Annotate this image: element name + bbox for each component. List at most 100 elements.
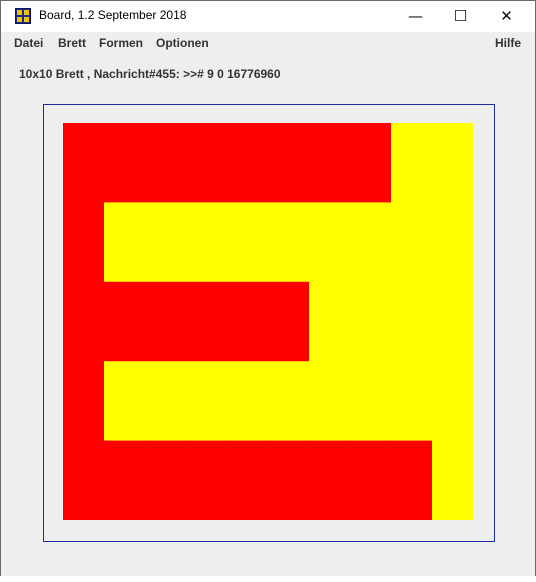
board-cell-r2-c7[interactable] bbox=[350, 202, 392, 243]
board-cell-r8-c3[interactable] bbox=[186, 440, 228, 481]
board-cell-r4-c9[interactable] bbox=[432, 281, 473, 323]
board-cell-r2-c6[interactable] bbox=[309, 202, 351, 243]
board-cell-r5-c0[interactable] bbox=[63, 321, 105, 362]
board-cell-r9-c6[interactable] bbox=[309, 480, 351, 520]
board-cell-r2-c5[interactable] bbox=[268, 202, 310, 243]
board-cell-r7-c1[interactable] bbox=[104, 400, 146, 442]
menu-brett[interactable]: Brett bbox=[58, 36, 86, 50]
board-cell-r7-c2[interactable] bbox=[145, 400, 187, 442]
board-cell-r5-c1[interactable] bbox=[104, 321, 146, 362]
board-cell-r4-c5[interactable] bbox=[268, 281, 310, 323]
board-cell-r8-c1[interactable] bbox=[104, 440, 146, 481]
board-cell-r3-c7[interactable] bbox=[350, 242, 392, 283]
board-cell-r8-c8[interactable] bbox=[391, 440, 433, 481]
board-cell-r5-c8[interactable] bbox=[391, 321, 433, 362]
board-cell-r8-c7[interactable] bbox=[350, 440, 392, 481]
board-cell-r4-c0[interactable] bbox=[63, 281, 105, 323]
board-cell-r1-c3[interactable] bbox=[186, 162, 228, 203]
board-cell-r1-c7[interactable] bbox=[350, 162, 392, 203]
board-cell-r1-c2[interactable] bbox=[145, 162, 187, 203]
board-cell-r5-c2[interactable] bbox=[145, 321, 187, 362]
board-cell-r2-c8[interactable] bbox=[391, 202, 433, 243]
board-cell-r9-c4[interactable] bbox=[227, 480, 269, 520]
board-cell-r3-c9[interactable] bbox=[432, 242, 473, 283]
board-cell-r0-c9[interactable] bbox=[432, 123, 473, 164]
minimize-icon[interactable]: — bbox=[393, 1, 438, 32]
board-cell-r1-c1[interactable] bbox=[104, 162, 146, 203]
board-cell-r6-c1[interactable] bbox=[104, 361, 146, 402]
board-cell-r7-c9[interactable] bbox=[432, 400, 473, 442]
game-board[interactable] bbox=[63, 123, 473, 520]
board-cell-r4-c8[interactable] bbox=[391, 281, 433, 323]
board-cell-r8-c6[interactable] bbox=[309, 440, 351, 481]
board-cell-r3-c0[interactable] bbox=[63, 242, 105, 283]
board-cell-r4-c6[interactable] bbox=[309, 281, 351, 323]
board-cell-r7-c5[interactable] bbox=[268, 400, 310, 442]
board-cell-r6-c7[interactable] bbox=[350, 361, 392, 402]
board-cell-r0-c5[interactable] bbox=[268, 123, 310, 164]
menu-hilfe[interactable]: Hilfe bbox=[495, 36, 521, 50]
board-cell-r0-c6[interactable] bbox=[309, 123, 351, 164]
board-cell-r3-c2[interactable] bbox=[145, 242, 187, 283]
board-cell-r5-c4[interactable] bbox=[227, 321, 269, 362]
board-cell-r3-c3[interactable] bbox=[186, 242, 228, 283]
board-cell-r3-c5[interactable] bbox=[268, 242, 310, 283]
board-cell-r1-c0[interactable] bbox=[63, 162, 105, 203]
board-cell-r0-c3[interactable] bbox=[186, 123, 228, 164]
board-cell-r7-c8[interactable] bbox=[391, 400, 433, 442]
board-cell-r7-c6[interactable] bbox=[309, 400, 351, 442]
board-cell-r5-c3[interactable] bbox=[186, 321, 228, 362]
board-cell-r7-c7[interactable] bbox=[350, 400, 392, 442]
board-cell-r7-c3[interactable] bbox=[186, 400, 228, 442]
board-cell-r0-c7[interactable] bbox=[350, 123, 392, 164]
board-cell-r5-c9[interactable] bbox=[432, 321, 473, 362]
board-cell-r9-c1[interactable] bbox=[104, 480, 146, 520]
board-cell-r0-c0[interactable] bbox=[63, 123, 105, 164]
board-cell-r1-c4[interactable] bbox=[227, 162, 269, 203]
board-cell-r6-c8[interactable] bbox=[391, 361, 433, 402]
board-cell-r9-c8[interactable] bbox=[391, 480, 433, 520]
board-cell-r8-c0[interactable] bbox=[63, 440, 105, 481]
board-cell-r6-c6[interactable] bbox=[309, 361, 351, 402]
board-cell-r9-c0[interactable] bbox=[63, 480, 105, 520]
board-cell-r9-c7[interactable] bbox=[350, 480, 392, 520]
board-cell-r3-c6[interactable] bbox=[309, 242, 351, 283]
menu-datei[interactable]: Datei bbox=[14, 36, 43, 50]
board-cell-r0-c8[interactable] bbox=[391, 123, 433, 164]
board-cell-r4-c3[interactable] bbox=[186, 281, 228, 323]
board-cell-r2-c3[interactable] bbox=[186, 202, 228, 243]
board-cell-r9-c3[interactable] bbox=[186, 480, 228, 520]
title-bar[interactable]: Board, 1.2 September 2018 — ☐ ✕ bbox=[1, 1, 535, 32]
maximize-icon[interactable]: ☐ bbox=[438, 1, 483, 32]
board-cell-r0-c2[interactable] bbox=[145, 123, 187, 164]
board-cell-r8-c2[interactable] bbox=[145, 440, 187, 481]
board-cell-r2-c9[interactable] bbox=[432, 202, 473, 243]
board-cell-r1-c5[interactable] bbox=[268, 162, 310, 203]
board-cell-r7-c4[interactable] bbox=[227, 400, 269, 442]
board-cell-r2-c0[interactable] bbox=[63, 202, 105, 243]
board-cell-r1-c8[interactable] bbox=[391, 162, 433, 203]
board-cell-r6-c0[interactable] bbox=[63, 361, 105, 402]
board-cell-r2-c1[interactable] bbox=[104, 202, 146, 243]
board-cell-r3-c4[interactable] bbox=[227, 242, 269, 283]
board-cell-r0-c4[interactable] bbox=[227, 123, 269, 164]
board-cell-r6-c3[interactable] bbox=[186, 361, 228, 402]
menu-optionen[interactable]: Optionen bbox=[156, 36, 209, 50]
board-cell-r9-c2[interactable] bbox=[145, 480, 187, 520]
board-cell-r4-c2[interactable] bbox=[145, 281, 187, 323]
board-cell-r2-c2[interactable] bbox=[145, 202, 187, 243]
board-cell-r9-c5[interactable] bbox=[268, 480, 310, 520]
board-cell-r0-c1[interactable] bbox=[104, 123, 146, 164]
board-cell-r4-c1[interactable] bbox=[104, 281, 146, 323]
board-cell-r6-c2[interactable] bbox=[145, 361, 187, 402]
board-cell-r5-c6[interactable] bbox=[309, 321, 351, 362]
board-cell-r5-c7[interactable] bbox=[350, 321, 392, 362]
board-cell-r8-c9[interactable] bbox=[432, 440, 473, 481]
board-cell-r1-c9[interactable] bbox=[432, 162, 473, 203]
close-icon[interactable]: ✕ bbox=[484, 1, 529, 32]
board-cell-r6-c9[interactable] bbox=[432, 361, 473, 402]
board-cell-r8-c4[interactable] bbox=[227, 440, 269, 481]
board-cell-r4-c7[interactable] bbox=[350, 281, 392, 323]
board-cell-r3-c1[interactable] bbox=[104, 242, 146, 283]
board-cell-r6-c4[interactable] bbox=[227, 361, 269, 402]
